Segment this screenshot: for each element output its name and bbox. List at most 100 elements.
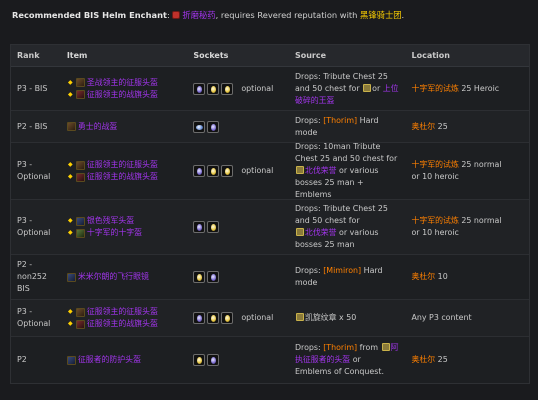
optional-label: optional bbox=[241, 166, 274, 175]
header-item: Item bbox=[66, 51, 88, 60]
source-link[interactable]: 北伐荣誉 bbox=[305, 228, 337, 237]
location-link[interactable]: 奥杜尔 bbox=[411, 355, 435, 364]
item-icon bbox=[75, 307, 85, 317]
location-link[interactable]: 十字军的试炼 bbox=[411, 84, 458, 93]
tier-icon: ◆ bbox=[68, 308, 73, 315]
tier-icon: ◆ bbox=[68, 229, 73, 236]
item-icon bbox=[75, 216, 85, 226]
source-cell: 凯旋纹章 x 50 bbox=[289, 300, 406, 336]
item-cell: ◆ 圣战领主的征服头盔 ◆ 征服领主的战旗头盔 bbox=[61, 67, 188, 110]
location-cell: 奥杜尔 10 bbox=[411, 272, 448, 281]
source-cell: Drops: [Thorim] Hard mode bbox=[294, 115, 379, 137]
yellow-gem-icon bbox=[221, 165, 234, 177]
item-cell: 勇士的战盔 bbox=[61, 111, 188, 142]
trophy-icon bbox=[295, 166, 304, 174]
table-row: P3 - Optional ◆ 银色残军头盔 ◆ 十字军的十字盔 Drops: Tr… bbox=[11, 200, 529, 255]
item-link[interactable]: 征服领主的战旗头盔 bbox=[87, 89, 158, 101]
location-link[interactable]: 十字军的试炼 bbox=[411, 160, 458, 169]
sockets-cell bbox=[187, 337, 289, 383]
enchant-link[interactable]: 折磨秘药 bbox=[182, 10, 215, 20]
location-cell: 奥杜尔 25 bbox=[411, 121, 448, 131]
meta-gem-icon bbox=[207, 120, 220, 133]
table-header: Rank Item Sockets Source Location bbox=[11, 45, 529, 67]
sockets-cell: optional bbox=[187, 67, 289, 110]
boss-link[interactable]: [Mimiron] bbox=[323, 266, 361, 275]
location-link[interactable]: 奥杜尔 bbox=[411, 272, 435, 281]
boss-link[interactable]: [Thorim] bbox=[323, 343, 357, 352]
rank-cell: P2 bbox=[17, 355, 27, 364]
location-cell: 十字军的试炼 25 normal or 10 heroic bbox=[411, 216, 502, 237]
location-cell: 奥杜尔 25 bbox=[411, 355, 448, 364]
source-cell: Drops: [Thorim] from 阿 执征服者的头盔 or Emblem… bbox=[294, 343, 399, 376]
helm-enchant-note: Recommended BIS Helm Enchant: 折磨秘药, requ… bbox=[12, 10, 405, 20]
item-icon bbox=[75, 172, 85, 182]
meta-gem-icon bbox=[193, 82, 206, 95]
tier-icon: ◆ bbox=[68, 90, 73, 98]
header-source: Source bbox=[294, 51, 327, 60]
source-link[interactable]: 破碎的王盔 bbox=[295, 95, 400, 107]
yellow-gem-icon bbox=[221, 82, 234, 95]
item-link[interactable]: 银色残军头盔 bbox=[87, 215, 134, 227]
tier-icon: ◆ bbox=[68, 217, 73, 224]
rank-cell: P3 - Optional bbox=[17, 216, 51, 237]
meta-gem-icon bbox=[193, 165, 206, 177]
source-cell: Drops: Tribute Chest 25 and 50 chest for… bbox=[294, 71, 400, 107]
rank-cell: P3 - Optional bbox=[17, 160, 51, 181]
header-sockets: Sockets bbox=[193, 51, 229, 60]
item-cell: 米米尔朗的飞行眼镜 bbox=[61, 255, 188, 299]
tier-icon: ◆ bbox=[68, 78, 73, 86]
item-link[interactable]: 勇士的战盔 bbox=[78, 121, 117, 133]
item-link[interactable]: 征服领主的战旗头盔 bbox=[87, 318, 158, 330]
location-cell: 十字军的试炼 25 Heroic bbox=[411, 83, 500, 93]
header-location: Location bbox=[411, 51, 450, 60]
item-link[interactable]: 十字军的十字盔 bbox=[87, 227, 142, 239]
sockets-cell bbox=[187, 255, 289, 299]
item-icon bbox=[75, 160, 85, 170]
yellow-gem-icon bbox=[193, 354, 206, 366]
location-link[interactable]: 奥杜尔 bbox=[411, 122, 435, 131]
location-cell: Any P3 content bbox=[411, 313, 472, 322]
tier-icon: ◆ bbox=[68, 161, 73, 168]
sockets-cell bbox=[187, 200, 289, 254]
header-rank: Rank bbox=[17, 51, 40, 60]
rank-cell: P3 - BIS bbox=[17, 83, 48, 93]
rank-cell: P3 - Optional bbox=[17, 307, 51, 328]
location-link[interactable]: 十字军的试炼 bbox=[411, 216, 458, 225]
source-link[interactable]: 北伐荣誉 bbox=[305, 166, 337, 175]
rank-cell: P2 - non252 BIS bbox=[17, 260, 47, 293]
meta-gem-icon bbox=[207, 271, 220, 283]
item-link[interactable]: 征服领主的征服头盔 bbox=[87, 306, 158, 318]
item-cell: ◆ 征服领主的征服头盔 ◆ 征服领主的战旗头盔 bbox=[61, 300, 188, 336]
item-icon bbox=[66, 355, 76, 365]
tier-icon: ◆ bbox=[68, 320, 73, 327]
sockets-cell: optional bbox=[187, 143, 289, 199]
table-row: P2 - BIS 勇士的战盔 Drops: [Thorim] Hard mode… bbox=[11, 111, 529, 143]
yellow-gem-icon bbox=[221, 312, 234, 324]
item-link[interactable]: 征服领主的战旗头盔 bbox=[87, 171, 158, 183]
emblem-icon bbox=[295, 313, 304, 321]
item-link[interactable]: 圣战领主的征服头盔 bbox=[87, 77, 158, 89]
item-link[interactable]: 米米尔朗的飞行眼镜 bbox=[78, 271, 149, 283]
emblem-link[interactable]: 凯旋纹章 bbox=[305, 313, 337, 322]
source-cell: Drops: Tribute Chest 25 and 50 chest for… bbox=[294, 204, 388, 249]
sockets-cell bbox=[187, 111, 289, 142]
optional-label: optional bbox=[241, 83, 274, 93]
boss-link[interactable]: [Thorim] bbox=[323, 116, 357, 125]
source-cell: Drops: [Mimiron] Hard mode bbox=[294, 266, 383, 287]
item-link[interactable]: 征服领主的征服头盔 bbox=[87, 159, 158, 171]
source-link[interactable]: 执征服者的头盔 bbox=[295, 355, 350, 364]
table-row: P3 - Optional ◆ 征服领主的征服头盔 ◆ 征服领主的战旗头盔 opti… bbox=[11, 142, 529, 200]
table-row: P2 征服者的防护头盔 Drops: [Thorim] from 阿 执征服者的… bbox=[11, 337, 529, 383]
table-row: P3 - BIS ◆ 圣战领主的征服头盔 ◆ 征服领主的战旗头盔 optional … bbox=[11, 67, 529, 111]
source-link[interactable]: 阿 bbox=[391, 343, 399, 352]
rank-cell: P2 - BIS bbox=[17, 121, 48, 131]
faction-link[interactable]: 黑锋骑士团 bbox=[360, 10, 402, 20]
item-link[interactable]: 征服者的防护头盔 bbox=[78, 354, 141, 366]
item-icon bbox=[66, 122, 76, 131]
item-icon bbox=[75, 319, 85, 329]
item-icon bbox=[75, 90, 85, 99]
trophy-icon bbox=[295, 228, 304, 236]
item-icon bbox=[75, 78, 85, 87]
source-link[interactable]: 上位 bbox=[383, 84, 399, 93]
yellow-gem-icon bbox=[207, 165, 220, 177]
